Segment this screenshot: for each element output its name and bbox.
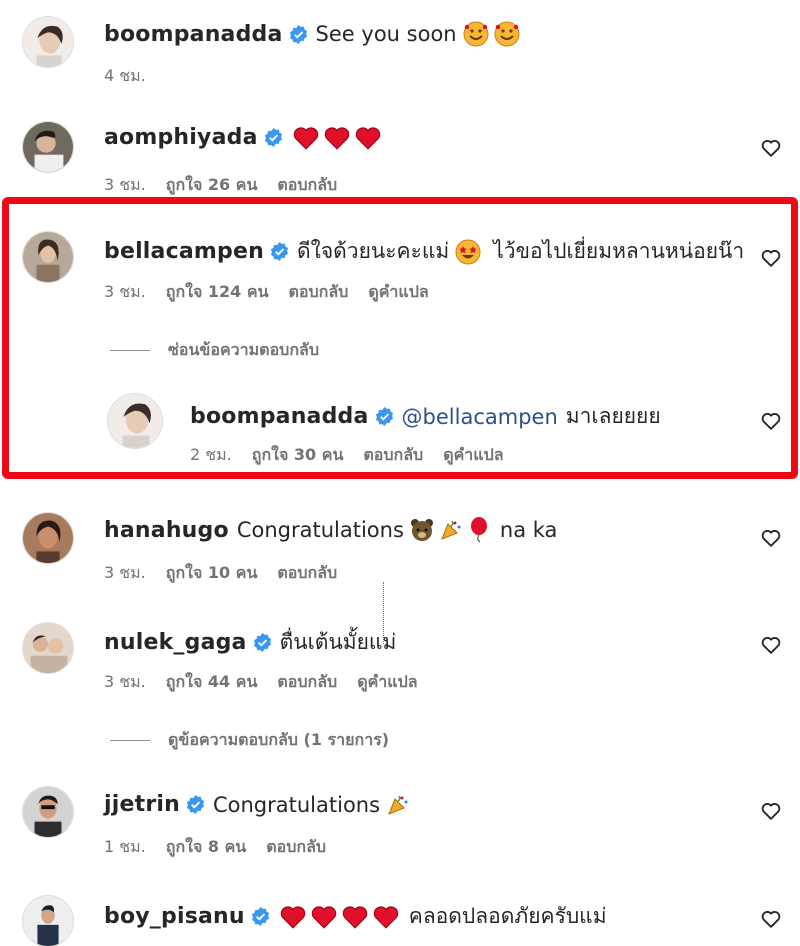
star-struck-icon — [455, 239, 481, 264]
avatar[interactable] — [22, 231, 74, 283]
emoji-group — [280, 905, 399, 929]
like-heart-icon[interactable] — [760, 247, 782, 269]
username[interactable]: boy_pisanu — [104, 904, 245, 929]
party-popper-icon — [440, 520, 461, 540]
comment: nulek_gaga ตื่นเต้นมั้ยแม่ 3 ชม. ถูกใจ 4… — [0, 608, 800, 708]
comment-text: Congratulations — [212, 792, 381, 817]
comment-text: มาเลยยยย — [565, 404, 661, 428]
view-replies-label[interactable]: ดูข้อความตอบกลับ (1 รายการ) — [168, 728, 389, 753]
verified-badge-icon — [186, 795, 205, 814]
comment-time: 3 ชม. — [104, 282, 146, 301]
username[interactable]: bellacampen — [104, 239, 264, 264]
divider-line — [110, 350, 150, 351]
username[interactable]: boompanadda — [104, 22, 283, 47]
red-heart-icon — [342, 905, 368, 929]
hide-replies-label[interactable]: ซ่อนข้อความตอบกลับ — [168, 338, 319, 363]
like-count[interactable]: ถูกใจ 44 คน — [166, 670, 258, 695]
reply-button[interactable]: ตอบกลับ — [363, 443, 423, 468]
reply-button[interactable]: ตอบกลับ — [289, 280, 349, 305]
mention-link[interactable]: @bellacampen — [402, 405, 558, 429]
translate-button[interactable]: ดูคำแปล — [357, 670, 417, 695]
emoji-group — [410, 517, 490, 543]
comment-text-continued: na ka — [499, 518, 558, 542]
comment-text: ดีใจด้วยนะคะแม่ — [296, 239, 450, 263]
red-heart-icon — [324, 126, 349, 150]
username[interactable]: hanahugo — [104, 518, 229, 543]
smiling-face-with-hearts-icon — [494, 21, 520, 47]
verified-badge-icon — [375, 407, 393, 426]
divider-line — [110, 740, 150, 741]
emoji-group — [293, 126, 381, 150]
like-heart-icon[interactable] — [760, 137, 782, 159]
like-count[interactable]: ถูกใจ 26 คน — [166, 173, 258, 198]
verified-badge-icon — [251, 907, 269, 926]
comment-time: 3 ชม. — [104, 563, 146, 582]
red-heart-icon — [355, 126, 380, 150]
emoji-group — [386, 793, 410, 817]
comment-text-continued: ไว้ขอไปเยี่ยมหลานหน่อยน๊า — [493, 239, 745, 263]
hide-replies-toggle[interactable]: ซ่อนข้อความตอบกลับ — [110, 338, 319, 363]
reply-comment: boompanadda @bellacampen มาเลยยยย 2 ชม. … — [0, 380, 800, 475]
comment-text: คลอดปลอดภัยครับแม่ — [408, 904, 607, 928]
avatar[interactable] — [22, 622, 74, 674]
like-heart-icon[interactable] — [760, 908, 782, 930]
reply-button[interactable]: ตอบกลับ — [277, 670, 337, 695]
comment-time: 3 ชม. — [104, 672, 146, 691]
username[interactable]: boompanadda — [190, 404, 369, 429]
comment: boompanadda See you soon 4 ชม. — [0, 0, 800, 100]
comment-time: 1 ชม. — [104, 837, 146, 856]
party-popper-icon — [388, 795, 408, 815]
like-count[interactable]: ถูกใจ 124 คน — [166, 280, 269, 305]
like-heart-icon[interactable] — [760, 410, 782, 432]
comment-text: See you soon — [315, 22, 457, 46]
comment-time: 3 ชม. — [104, 175, 146, 194]
reply-button[interactable]: ตอบกลับ — [277, 173, 337, 198]
comment-time: 2 ชม. — [190, 445, 232, 464]
emoji-group — [463, 21, 520, 47]
smiling-face-with-hearts-icon — [463, 21, 489, 47]
username[interactable]: nulek_gaga — [104, 630, 247, 655]
comment-text: Congratulations — [236, 518, 404, 542]
translate-button[interactable]: ดูคำแปล — [443, 443, 503, 468]
like-count[interactable]: ถูกใจ 8 คน — [166, 835, 246, 860]
username[interactable]: aomphiyada — [104, 125, 258, 150]
like-count[interactable]: ถูกใจ 10 คน — [166, 561, 258, 586]
avatar[interactable] — [22, 895, 74, 946]
comment: hanahugo Congratulations na ka 3 ชม. ถูก… — [0, 500, 800, 595]
comment-text: ตื่นเต้นมั้ยแม่ — [279, 630, 397, 654]
like-count[interactable]: ถูกใจ 30 คน — [252, 443, 344, 468]
red-heart-icon — [311, 905, 337, 929]
username[interactable]: jjetrin — [104, 792, 180, 817]
like-heart-icon[interactable] — [760, 527, 782, 549]
avatar[interactable] — [107, 393, 163, 449]
like-heart-icon[interactable] — [760, 634, 782, 656]
comment: boy_pisanu คลอดปลอดภัยครับแม่ — [0, 880, 800, 946]
bear-face-icon — [410, 519, 433, 541]
red-heart-icon — [280, 905, 306, 929]
comment: aomphiyada 3 ชม. ถูกใจ 26 คน ตอบกลับ — [0, 105, 800, 195]
comment-time: 4 ชม. — [104, 66, 146, 85]
view-replies-toggle[interactable]: ดูข้อความตอบกลับ (1 รายการ) — [110, 728, 389, 753]
reply-button[interactable]: ตอบกลับ — [277, 561, 337, 586]
emoji-group — [455, 239, 481, 265]
comment: jjetrin Congratulations 1 ชม. ถูกใจ 8 คน… — [0, 770, 800, 875]
avatar[interactable] — [22, 786, 74, 838]
reply-button[interactable]: ตอบกลับ — [266, 835, 326, 860]
verified-badge-icon — [253, 633, 271, 652]
avatar[interactable] — [22, 121, 74, 173]
avatar[interactable] — [22, 512, 74, 564]
red-heart-icon — [293, 126, 318, 150]
comment: bellacampen ดีใจด้วยนะคะแม่ ไว้ขอไปเยี่ย… — [0, 215, 800, 325]
verified-badge-icon — [289, 24, 307, 44]
verified-badge-icon — [264, 128, 282, 147]
like-heart-icon[interactable] — [760, 800, 782, 822]
balloon-icon — [470, 517, 487, 543]
red-heart-icon — [373, 905, 399, 929]
translate-button[interactable]: ดูคำแปล — [368, 280, 428, 305]
avatar[interactable] — [22, 16, 74, 68]
verified-badge-icon — [270, 242, 289, 261]
